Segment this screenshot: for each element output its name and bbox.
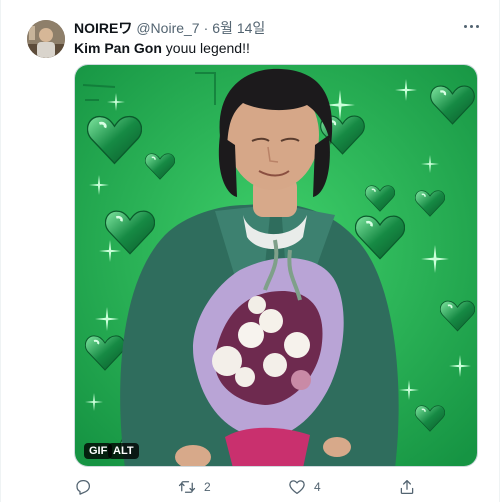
like-button[interactable]: 4 bbox=[288, 476, 321, 498]
tweet-text: Kim Pan Gon youu legend!! bbox=[74, 39, 250, 57]
tweet-actions: 2 4 bbox=[74, 476, 478, 498]
tweet-header: NOIREワ @Noire_7 · 6월 14일 bbox=[74, 18, 265, 38]
tweet-media-gif[interactable] bbox=[74, 64, 478, 467]
share-button[interactable] bbox=[398, 476, 416, 498]
author-handle[interactable]: @Noire_7 bbox=[136, 20, 199, 36]
header-separator: · bbox=[203, 20, 209, 36]
heart-icon bbox=[288, 478, 306, 496]
retweet-count: 2 bbox=[204, 480, 211, 494]
share-icon bbox=[398, 478, 416, 496]
more-options-icon[interactable] bbox=[459, 16, 483, 36]
reply-button[interactable] bbox=[74, 476, 100, 498]
avatar[interactable] bbox=[27, 20, 65, 58]
retweet-button[interactable]: 2 bbox=[178, 476, 211, 498]
retweet-icon bbox=[178, 478, 196, 496]
tweet-text-bold: Kim Pan Gon bbox=[74, 40, 162, 56]
reply-icon bbox=[74, 478, 92, 496]
tweet-card[interactable]: NOIREワ @Noire_7 · 6월 14일 Kim Pan Gon you… bbox=[0, 0, 500, 502]
tweet-text-rest: youu legend!! bbox=[161, 40, 250, 56]
like-count: 4 bbox=[314, 480, 321, 494]
alt-text-button[interactable]: ALT bbox=[108, 443, 139, 459]
tweet-date[interactable]: 6월 14일 bbox=[212, 18, 265, 38]
author-name[interactable]: NOIREワ bbox=[74, 18, 132, 38]
